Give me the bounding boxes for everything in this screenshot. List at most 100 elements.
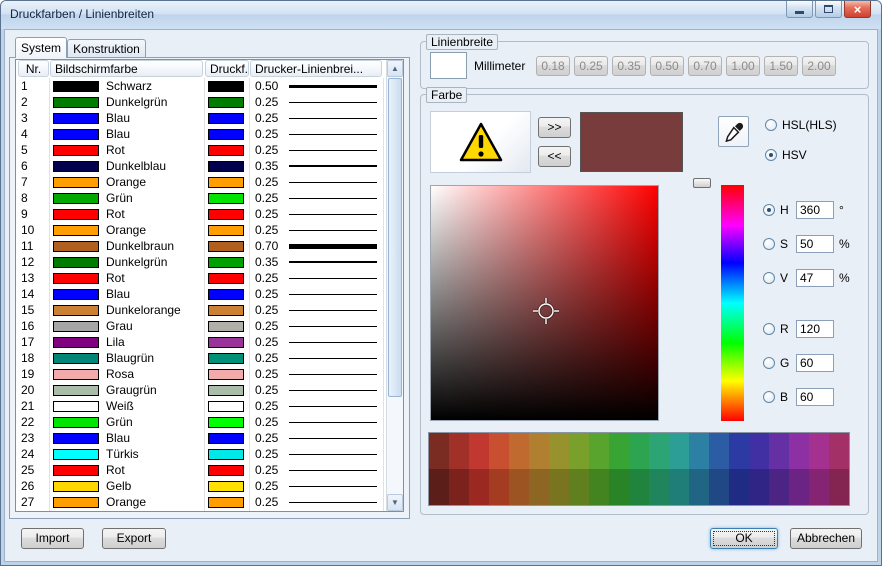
scroll-thumb[interactable] <box>388 78 402 397</box>
radio-b[interactable] <box>763 391 775 403</box>
export-button[interactable]: Export <box>102 528 166 549</box>
linewidth-preset-button[interactable]: 1.00 <box>726 56 760 76</box>
column-header-druckfarbe[interactable]: Druckf... <box>205 60 249 77</box>
table-row[interactable]: 1Schwarz0.50 <box>16 78 386 94</box>
palette-swatch[interactable] <box>729 469 749 505</box>
transfer-forward-button[interactable]: >> <box>538 117 571 138</box>
column-header-drucker-linienbreite[interactable]: Drucker-Linienbrei... <box>250 60 382 77</box>
hsl-radio[interactable] <box>765 119 777 131</box>
table-row[interactable]: 2Dunkelgrün0.25 <box>16 94 386 110</box>
table-row[interactable]: 17Lila0.25 <box>16 334 386 350</box>
palette-swatch[interactable] <box>709 433 729 469</box>
table-row[interactable]: 26Gelb0.25 <box>16 478 386 494</box>
palette-swatch[interactable] <box>609 433 629 469</box>
input-r[interactable] <box>796 320 834 338</box>
palette-swatch[interactable] <box>589 433 609 469</box>
palette-swatch[interactable] <box>449 433 469 469</box>
close-button[interactable]: × <box>844 1 871 18</box>
minimize-button[interactable] <box>786 1 813 18</box>
scroll-up-arrow[interactable]: ▲ <box>387 60 403 77</box>
tab-konstruktion[interactable]: Konstruktion <box>67 39 146 58</box>
table-row[interactable]: 14Blau0.25 <box>16 286 386 302</box>
table-row[interactable]: 15Dunkelorange0.25 <box>16 302 386 318</box>
table-row[interactable]: 19Rosa0.25 <box>16 366 386 382</box>
radio-s[interactable] <box>763 238 775 250</box>
palette-swatch[interactable] <box>429 469 449 505</box>
table-row[interactable]: 21Weiß0.25 <box>16 398 386 414</box>
palette-swatch[interactable] <box>829 469 849 505</box>
scroll-down-arrow[interactable]: ▼ <box>387 494 403 511</box>
hue-slider-bar[interactable] <box>721 185 744 421</box>
palette-swatch[interactable] <box>529 469 549 505</box>
cancel-button[interactable]: Abbrechen <box>790 528 862 549</box>
radio-v[interactable] <box>763 272 775 284</box>
radio-h[interactable] <box>763 204 775 216</box>
color-crosshair-icon[interactable] <box>533 298 559 324</box>
palette-swatch[interactable] <box>769 433 789 469</box>
mode-option-hsl[interactable]: HSL(HLS) <box>765 118 837 132</box>
table-row[interactable]: 4Blau0.25 <box>16 126 386 142</box>
maximize-button[interactable] <box>815 1 842 18</box>
hue-slider-thumb[interactable] <box>693 178 711 188</box>
palette-swatch[interactable] <box>829 433 849 469</box>
palette-swatch[interactable] <box>749 469 769 505</box>
table-row[interactable]: 27Orange0.25 <box>16 494 386 510</box>
column-header-bildschirmfarbe[interactable]: Bildschirmfarbe <box>50 60 203 77</box>
table-row[interactable]: 16Grau0.25 <box>16 318 386 334</box>
palette-swatch[interactable] <box>609 469 629 505</box>
transfer-back-button[interactable]: << <box>538 146 571 167</box>
table-row[interactable]: 13Rot0.25 <box>16 270 386 286</box>
palette-swatch[interactable] <box>509 469 529 505</box>
table-row[interactable]: 22Grün0.25 <box>16 414 386 430</box>
table-row[interactable]: 12Dunkelgrün0.35 <box>16 254 386 270</box>
palette-swatch[interactable] <box>809 469 829 505</box>
palette-swatch[interactable] <box>489 469 509 505</box>
palette-swatch[interactable] <box>449 469 469 505</box>
palette-swatch[interactable] <box>689 433 709 469</box>
ok-button[interactable]: OK <box>710 528 778 549</box>
palette-swatch[interactable] <box>529 433 549 469</box>
table-scrollbar[interactable]: ▲ ▼ <box>386 60 403 511</box>
palette-swatch[interactable] <box>649 433 669 469</box>
table-row[interactable]: 23Blau0.25 <box>16 430 386 446</box>
saturation-value-field[interactable] <box>430 185 659 421</box>
linewidth-preset-button[interactable]: 2.00 <box>802 56 836 76</box>
table-row[interactable]: 8Grün0.25 <box>16 190 386 206</box>
tab-system[interactable]: System <box>15 37 67 58</box>
table-row[interactable]: 10Orange0.25 <box>16 222 386 238</box>
title-bar[interactable]: Druckfarben / Linienbreiten × <box>1 1 881 29</box>
palette-swatch[interactable] <box>569 433 589 469</box>
mode-option-hsv[interactable]: HSV <box>765 148 807 162</box>
palette-swatch[interactable] <box>589 469 609 505</box>
linewidth-preset-button[interactable]: 0.18 <box>536 56 570 76</box>
palette-swatch[interactable] <box>809 433 829 469</box>
palette-swatch[interactable] <box>629 433 649 469</box>
input-s[interactable] <box>796 235 834 253</box>
palette-swatch[interactable] <box>649 469 669 505</box>
table-row[interactable]: 25Rot0.25 <box>16 462 386 478</box>
input-b[interactable] <box>796 388 834 406</box>
palette-swatch[interactable] <box>469 469 489 505</box>
input-v[interactable] <box>796 269 834 287</box>
palette-swatch[interactable] <box>669 433 689 469</box>
palette-swatch[interactable] <box>549 433 569 469</box>
table-row[interactable]: 9Rot0.25 <box>16 206 386 222</box>
radio-g[interactable] <box>763 357 775 369</box>
palette-swatch[interactable] <box>549 469 569 505</box>
linewidth-preset-button[interactable]: 0.35 <box>612 56 646 76</box>
palette-swatch[interactable] <box>729 433 749 469</box>
linewidth-preset-button[interactable]: 0.50 <box>650 56 684 76</box>
table-row[interactable]: 20Graugrün0.25 <box>16 382 386 398</box>
hsv-radio[interactable] <box>765 149 777 161</box>
table-row[interactable]: 6Dunkelblau0.35 <box>16 158 386 174</box>
palette-swatch[interactable] <box>489 433 509 469</box>
palette-swatch[interactable] <box>689 469 709 505</box>
table-row[interactable]: 7Orange0.25 <box>16 174 386 190</box>
palette-swatch[interactable] <box>469 433 489 469</box>
palette-swatch[interactable] <box>769 469 789 505</box>
palette-swatch[interactable] <box>789 469 809 505</box>
radio-r[interactable] <box>763 323 775 335</box>
column-header-nr[interactable]: Nr. <box>18 60 49 77</box>
palette-swatch[interactable] <box>629 469 649 505</box>
table-row[interactable]: 24Türkis0.25 <box>16 446 386 462</box>
